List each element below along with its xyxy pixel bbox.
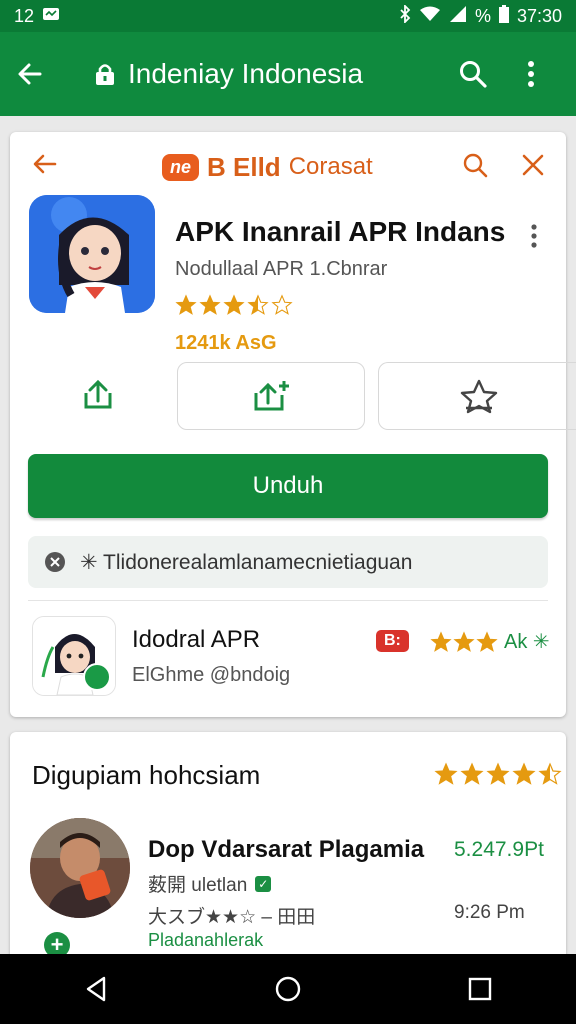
reviews-section-title: Digupiam hohcsiam (32, 760, 261, 790)
app-rating (175, 294, 293, 316)
nav-back-icon[interactable] (66, 959, 126, 1019)
more-vert-icon[interactable] (502, 60, 560, 88)
bluetooth-icon (399, 3, 411, 28)
brand-badge: ne (162, 153, 200, 181)
back-arrow-icon[interactable] (32, 151, 72, 183)
related-rating-text: Ak ✳ (504, 631, 550, 653)
related-app-icon[interactable] (32, 616, 116, 696)
related-app-tag: B: (376, 630, 409, 652)
brand-name: B Elld (207, 151, 281, 182)
share-plus-icon (254, 381, 289, 411)
download-button[interactable]: Unduh (28, 454, 548, 518)
verified-badge-icon (83, 663, 111, 691)
app-rating-star-icon (175, 294, 197, 315)
lock-icon (94, 62, 116, 86)
wifi-icon (419, 6, 441, 27)
signal-icon (449, 5, 467, 28)
app-bar: Indeniay Indonesia (0, 32, 576, 116)
reviews-section-rating (434, 762, 562, 786)
review-link[interactable]: Pladanahlerak (148, 930, 263, 951)
reviewer-stars-text: 大スブ★★☆ – 田田 (148, 907, 316, 928)
reviewer-price: 5.247.9Pt (454, 838, 544, 861)
favorite-button[interactable] (378, 362, 576, 430)
close-circle-icon[interactable] (44, 551, 66, 573)
related-rating-star-icon (453, 630, 475, 652)
reviewer-meta-text: 薮開 uletlan (148, 875, 248, 896)
store-header: ne B Elld Corasat (10, 132, 566, 202)
related-rating-star-icon (430, 630, 452, 652)
section-rating-star-icon (460, 762, 484, 785)
back-arrow-icon[interactable] (16, 60, 64, 88)
share-icon (84, 379, 112, 409)
search-icon[interactable] (444, 59, 502, 89)
more-vert-icon[interactable] (531, 224, 537, 253)
section-rating-star-icon (434, 762, 458, 785)
download-count: 1241k AsG (175, 332, 277, 354)
app-details-card: ne B Elld Corasat APK Inanrail APR Indan… (10, 132, 576, 717)
checkmark-icon: ✓ (255, 875, 272, 892)
star-outline-icon (460, 379, 498, 414)
related-rating-star-icon (476, 630, 498, 652)
app-subtitle: Nodullaal APR 1.Cbnrar (175, 258, 388, 280)
related-app-subtitle: ElGhme @bndoig (132, 664, 291, 686)
reviewer-meta: 薮開 uletlan ✓ (148, 870, 272, 897)
notice-text: ✳ Tlidonerealamlanamecnietiaguan (80, 550, 413, 574)
info-notice: ✳ Tlidonerealamlanamecnietiaguan (28, 536, 548, 588)
nav-recents-icon[interactable] (450, 959, 510, 1019)
section-rating-star-icon (538, 762, 562, 785)
brand-suffix: Corasat (288, 153, 373, 180)
reviews-card: Digupiam hohcsiam Dop Vdarsarat Plagamia… (10, 732, 566, 962)
battery-text: % (474, 5, 491, 26)
status-time-left: 12 (14, 5, 35, 26)
review-time: 9:26 Pm (454, 902, 525, 923)
system-nav-bar (0, 954, 576, 1024)
message-icon (42, 6, 60, 27)
app-title: APK Inanrail APR Indans (175, 216, 506, 247)
related-app-rating: Ak ✳ (430, 629, 550, 654)
related-app-title[interactable]: Idodral APR (132, 626, 260, 654)
divider (28, 600, 548, 601)
reviewer-avatar[interactable] (30, 818, 130, 918)
app-rating-star-icon (199, 294, 221, 315)
battery-icon (498, 4, 509, 28)
app-rating-star-icon (271, 294, 293, 315)
search-icon[interactable] (462, 152, 488, 183)
status-clock: 37:30 (516, 5, 562, 26)
app-rating-star-icon (247, 294, 269, 315)
share-plus-button[interactable] (177, 362, 365, 430)
close-icon[interactable] (522, 154, 544, 181)
nav-home-icon[interactable] (258, 959, 318, 1019)
app-icon[interactable] (29, 195, 155, 313)
app-rating-star-icon (223, 294, 245, 315)
reviewer-name: Dop Vdarsarat Plagamia (148, 836, 425, 863)
status-bar: 12 % 37:30 (0, 0, 576, 32)
section-rating-star-icon (512, 762, 536, 785)
store-brand: ne B Elld Corasat (162, 152, 373, 183)
section-rating-star-icon (486, 762, 510, 785)
share-button[interactable] (50, 362, 146, 428)
page-title: Indeniay Indonesia (128, 58, 364, 89)
